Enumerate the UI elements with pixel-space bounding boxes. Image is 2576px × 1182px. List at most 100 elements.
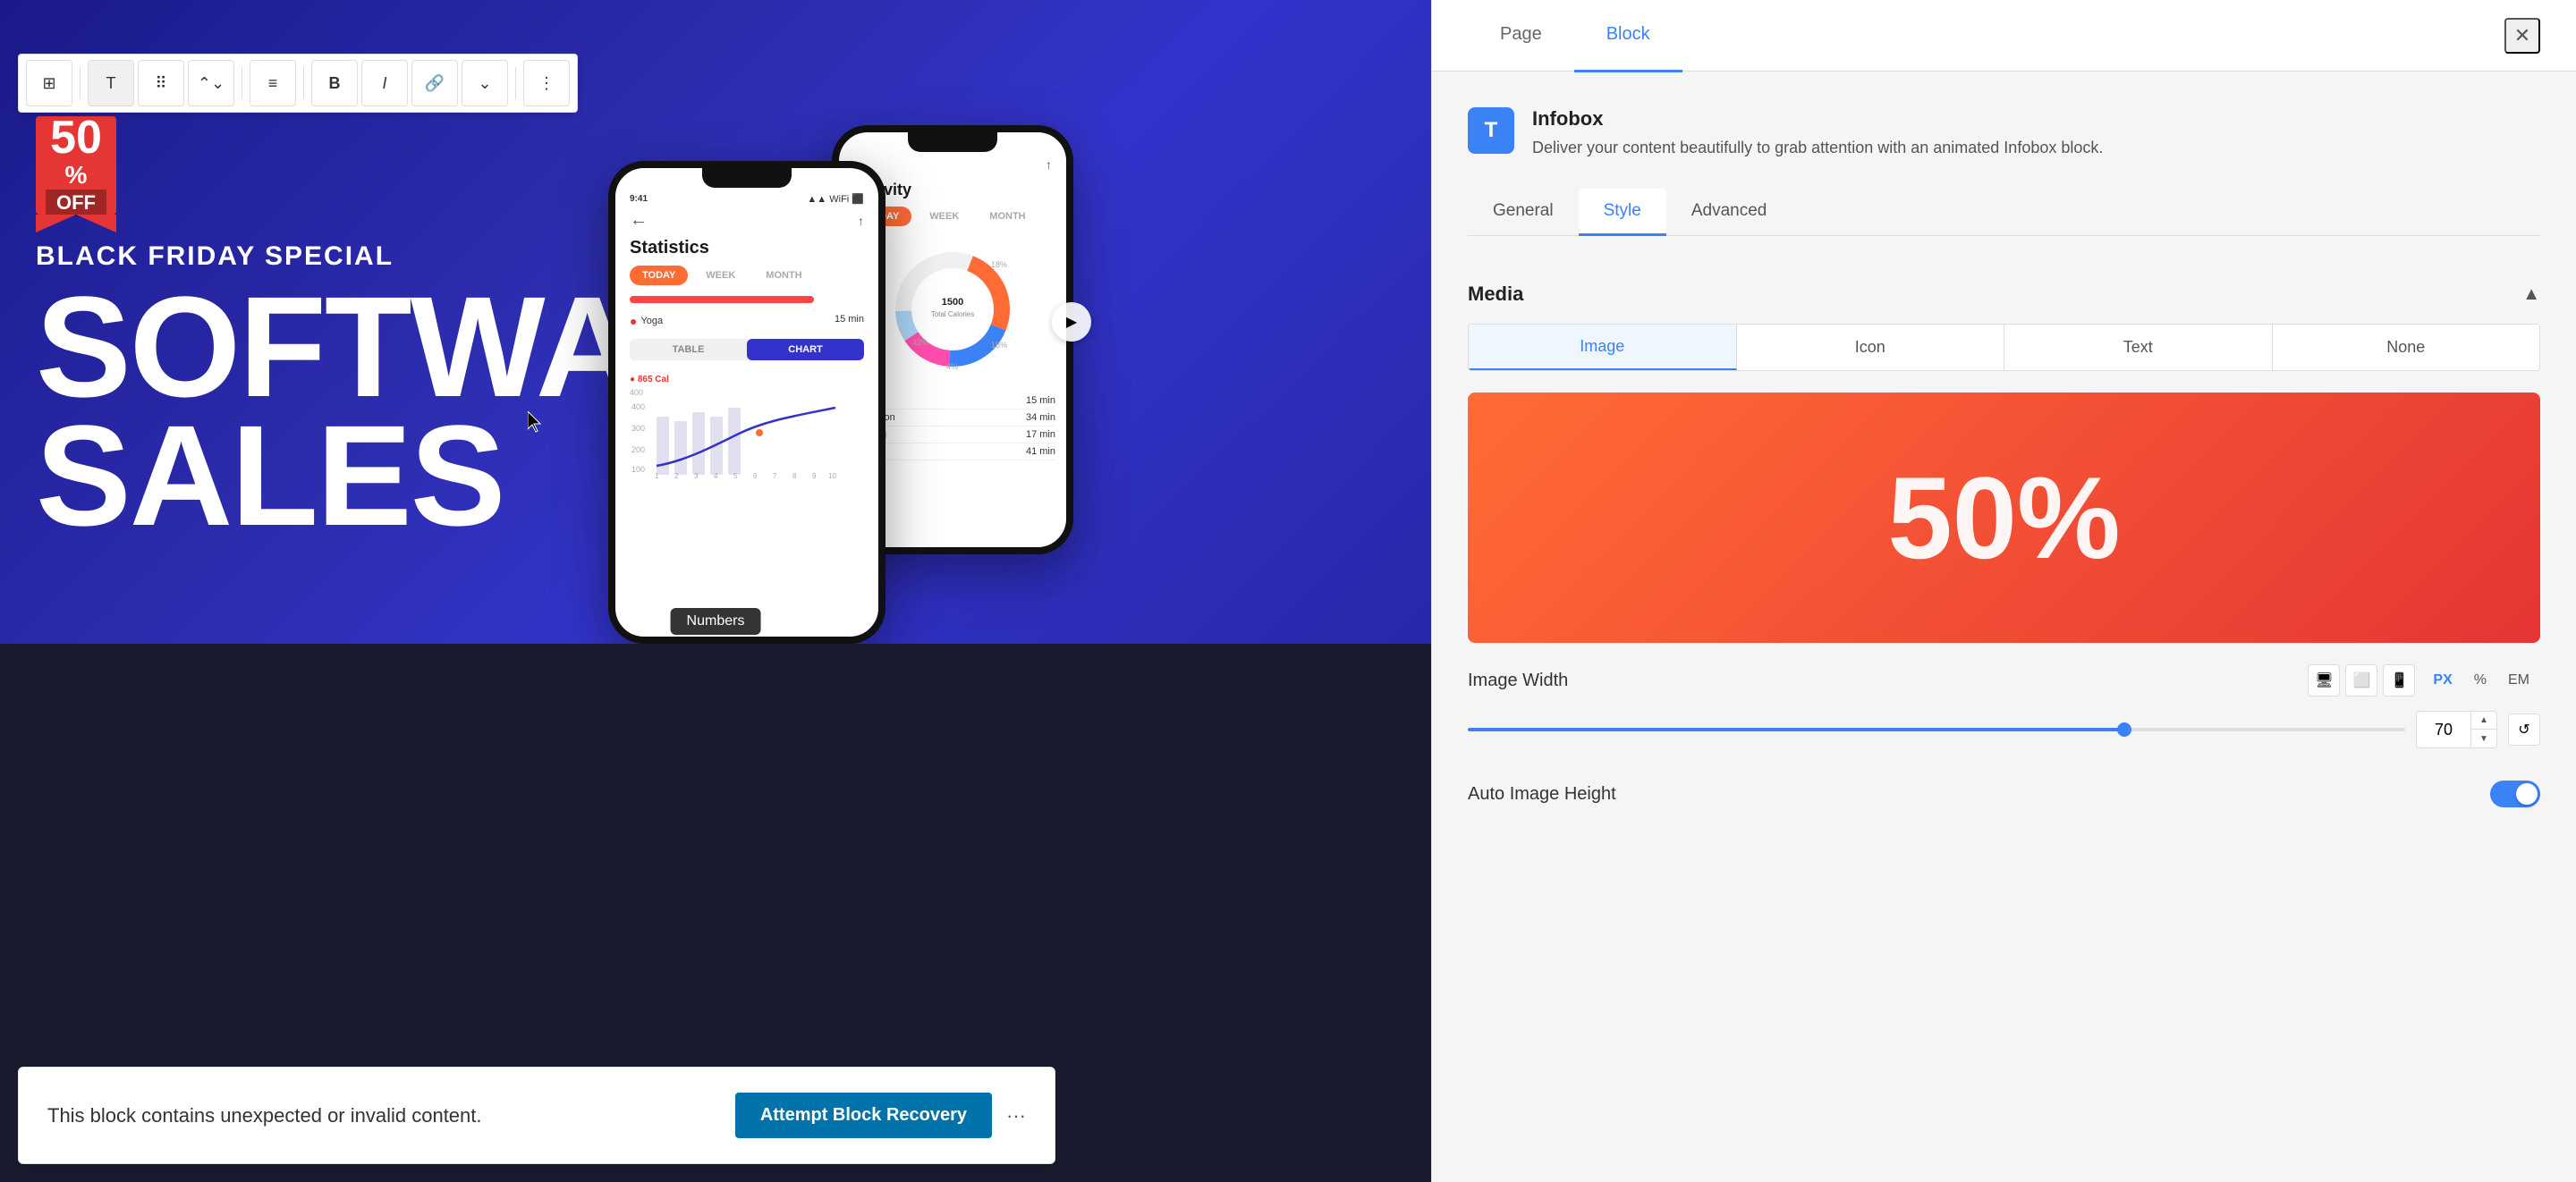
align-button[interactable]: ≡ bbox=[250, 60, 296, 106]
more-button[interactable]: ⌄ bbox=[462, 60, 508, 106]
phone-header: 9:41 ▲▲ WiFi ⬛ bbox=[615, 188, 878, 210]
auto-height-label: Auto Image Height bbox=[1468, 784, 1616, 805]
chart-tabs: TABLE CHART bbox=[630, 339, 864, 360]
svg-text:2: 2 bbox=[674, 472, 679, 479]
media-section-title: Media bbox=[1468, 283, 1523, 306]
media-section: Media ▲ Image Icon Text None 50% Image W… bbox=[1468, 265, 2540, 822]
unit-percent[interactable]: % bbox=[2463, 667, 2497, 694]
device-desktop-btn[interactable]: 🖥 bbox=[2308, 664, 2340, 697]
italic-button[interactable]: I bbox=[361, 60, 408, 106]
svg-text:8: 8 bbox=[792, 472, 797, 479]
media-type-image[interactable]: Image bbox=[1469, 325, 1737, 370]
phone-notch bbox=[702, 168, 792, 188]
device-tablet-btn[interactable]: ⬜ bbox=[2345, 664, 2377, 697]
sub-tab-style[interactable]: Style bbox=[1579, 189, 1666, 236]
svg-text:200: 200 bbox=[631, 445, 645, 454]
phone-time: 9:41 bbox=[630, 194, 648, 204]
chart-tab-table[interactable]: TABLE bbox=[630, 339, 747, 360]
svg-text:400: 400 bbox=[631, 402, 645, 411]
panel-content: T Infobox Deliver your content beautiful… bbox=[1432, 72, 2576, 1182]
panel-header: Page Block ✕ bbox=[1432, 0, 2576, 72]
tab-block[interactable]: Block bbox=[1574, 0, 1682, 72]
svg-text:9: 9 bbox=[812, 472, 817, 479]
width-control: 70 ▲ ▼ ↺ bbox=[1468, 711, 2540, 748]
svg-text:4: 4 bbox=[714, 472, 718, 479]
svg-text:6: 6 bbox=[753, 472, 758, 479]
infobox-info: Infobox Deliver your content beautifully… bbox=[1532, 107, 2103, 160]
panel-close-button[interactable]: ✕ bbox=[2504, 18, 2540, 54]
section-toggle-icon: ▲ bbox=[2522, 284, 2540, 305]
svg-text:7: 7 bbox=[773, 472, 777, 479]
width-slider[interactable] bbox=[1468, 728, 2405, 731]
media-type-none[interactable]: None bbox=[2273, 325, 2540, 370]
device-mobile-btn[interactable]: 📱 bbox=[2383, 664, 2415, 697]
unit-em[interactable]: EM bbox=[2497, 667, 2540, 694]
nav-arrow-right[interactable]: ▶ bbox=[1052, 302, 1091, 342]
unit-px[interactable]: PX bbox=[2422, 667, 2462, 694]
auto-height-row: Auto Image Height bbox=[1468, 766, 2540, 822]
svg-text:100: 100 bbox=[631, 465, 645, 474]
section-header-media[interactable]: Media ▲ bbox=[1468, 265, 2540, 324]
tab-page[interactable]: Page bbox=[1468, 0, 1574, 72]
chart-tab-chart[interactable]: CHART bbox=[747, 339, 864, 360]
panel-tabs: Page Block bbox=[1468, 0, 1682, 72]
toolbar-separator-4 bbox=[515, 67, 516, 99]
move-button[interactable]: ⌃⌄ bbox=[188, 60, 234, 106]
number-arrows: ▲ ▼ bbox=[2470, 712, 2496, 747]
auto-height-toggle[interactable] bbox=[2490, 781, 2540, 807]
canvas: 50 % OFF BLACK FRIDAY SPECIAL SOFTWARE S… bbox=[0, 0, 1431, 1182]
error-block: This block contains unexpected or invali… bbox=[18, 1067, 1055, 1164]
options-button[interactable]: ⋮ bbox=[523, 60, 570, 106]
recover-button[interactable]: Attempt Block Recovery bbox=[735, 1093, 992, 1138]
svg-text:5: 5 bbox=[733, 472, 738, 479]
editor-toolbar: ⊞ T ⠿ ⌃⌄ ≡ B I 🔗 ⌄ ⋮ bbox=[18, 54, 578, 113]
layout-button[interactable]: ⊞ bbox=[26, 60, 72, 106]
more-options-button[interactable]: ··· bbox=[1006, 1104, 1026, 1127]
device-unit-controls: 🖥 ⬜ 📱 PX % EM bbox=[2308, 664, 2540, 697]
sale-badge: 50 % OFF bbox=[36, 116, 116, 215]
width-input-group: 70 ▲ ▼ bbox=[2416, 711, 2497, 748]
error-message: This block contains unexpected or invali… bbox=[47, 1104, 482, 1127]
activity-name: Yoga bbox=[640, 316, 663, 326]
image-width-row: Image Width 🖥 ⬜ 📱 PX % EM bbox=[1468, 664, 2540, 697]
svg-text:1: 1 bbox=[655, 472, 659, 479]
media-type-text[interactable]: Text bbox=[2004, 325, 2273, 370]
image-width-label: Image Width bbox=[1468, 671, 1568, 691]
tab-today[interactable]: TODAY bbox=[630, 266, 688, 285]
activity-time: 15 min bbox=[835, 314, 864, 328]
unit-tabs: PX % EM bbox=[2422, 667, 2540, 694]
slider-thumb[interactable] bbox=[2117, 722, 2131, 737]
width-reset-button[interactable]: ↺ bbox=[2508, 713, 2540, 746]
error-actions: Attempt Block Recovery ··· bbox=[735, 1093, 1026, 1138]
tab-month[interactable]: MONTH bbox=[753, 266, 814, 285]
numbers-tooltip: Numbers bbox=[671, 608, 761, 635]
chart-svg: 400 300 200 100 bbox=[630, 399, 862, 479]
link-button[interactable]: 🔗 bbox=[411, 60, 458, 106]
sub-tab-general[interactable]: General bbox=[1468, 189, 1579, 236]
drag-button[interactable]: ⠿ bbox=[138, 60, 184, 106]
badge-number: 50 bbox=[50, 114, 102, 161]
svg-text:3: 3 bbox=[694, 472, 699, 479]
svg-text:300: 300 bbox=[631, 424, 645, 433]
activity-row: ● Yoga 15 min bbox=[615, 310, 878, 332]
tab-week[interactable]: WEEK bbox=[693, 266, 748, 285]
activity-dot: ● bbox=[630, 314, 637, 328]
sub-tabs: General Style Advanced bbox=[1468, 189, 2540, 236]
front-tabs: TODAY WEEK MONTH bbox=[615, 266, 878, 292]
preview-number: 50% bbox=[1887, 451, 2120, 585]
media-type-icon[interactable]: Icon bbox=[1737, 325, 2005, 370]
svg-text:10: 10 bbox=[828, 472, 836, 479]
stats-title: Statistics bbox=[615, 234, 878, 266]
width-increment[interactable]: ▲ bbox=[2471, 712, 2496, 730]
badge-percent: % bbox=[65, 161, 88, 190]
infobox-header: T Infobox Deliver your content beautiful… bbox=[1468, 107, 2540, 160]
media-type-row: Image Icon Text None bbox=[1468, 324, 2540, 371]
bold-button[interactable]: B bbox=[311, 60, 358, 106]
text-button[interactable]: T bbox=[88, 60, 134, 106]
image-preview: 50% bbox=[1468, 393, 2540, 643]
slider-fill bbox=[1468, 728, 2124, 731]
width-input[interactable]: 70 bbox=[2417, 713, 2470, 747]
sub-tab-advanced[interactable]: Advanced bbox=[1666, 189, 1792, 236]
cal-display: ● 865 Cal bbox=[615, 367, 878, 388]
width-decrement[interactable]: ▼ bbox=[2471, 730, 2496, 747]
